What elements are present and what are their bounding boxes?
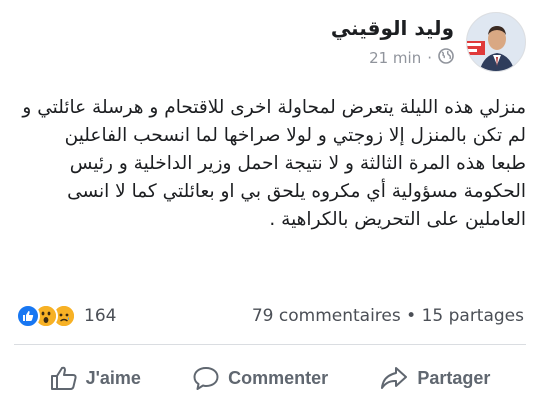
- comments-shares-count[interactable]: 79 commentaires • 15 partages: [252, 306, 524, 326]
- share-button[interactable]: Partager: [379, 365, 490, 391]
- thumbs-up-icon: [50, 365, 78, 391]
- post-time[interactable]: 21 min: [369, 49, 421, 67]
- post-stats: 164 79 commentaires • 15 partages: [16, 302, 524, 330]
- author-name[interactable]: وليد الوقيني: [331, 16, 454, 40]
- action-bar: J'aime Commenter Partager: [0, 358, 540, 398]
- like-button[interactable]: J'aime: [50, 365, 141, 391]
- reaction-count: 164: [84, 306, 117, 326]
- separator-dot: ·: [427, 49, 432, 67]
- post-header: وليد الوقيني 21 min ·: [331, 12, 526, 72]
- comment-label: Commenter: [228, 367, 329, 388]
- share-label: Partager: [417, 367, 491, 388]
- avatar[interactable]: [466, 12, 526, 72]
- post-paragraph: منزلي هذه الليلة يتعرض لمحاولة اخرى للاق…: [22, 97, 526, 146]
- like-label: J'aime: [85, 367, 141, 388]
- post-subline: 21 min ·: [331, 48, 454, 68]
- share-icon: [379, 365, 409, 391]
- comment-button[interactable]: Commenter: [192, 365, 328, 391]
- globe-icon: [438, 48, 454, 68]
- post-meta: وليد الوقيني 21 min ·: [331, 12, 454, 68]
- comment-icon: [192, 365, 220, 391]
- post-paragraph: طبعا هذه المرة الثالثة و لا نتيجة احمل و…: [67, 153, 526, 230]
- like-icon: [16, 304, 40, 328]
- reactions-summary[interactable]: 164: [16, 304, 116, 328]
- post-body: منزلي هذه الليلة يتعرض لمحاولة اخرى للاق…: [14, 94, 526, 234]
- divider: [14, 344, 526, 345]
